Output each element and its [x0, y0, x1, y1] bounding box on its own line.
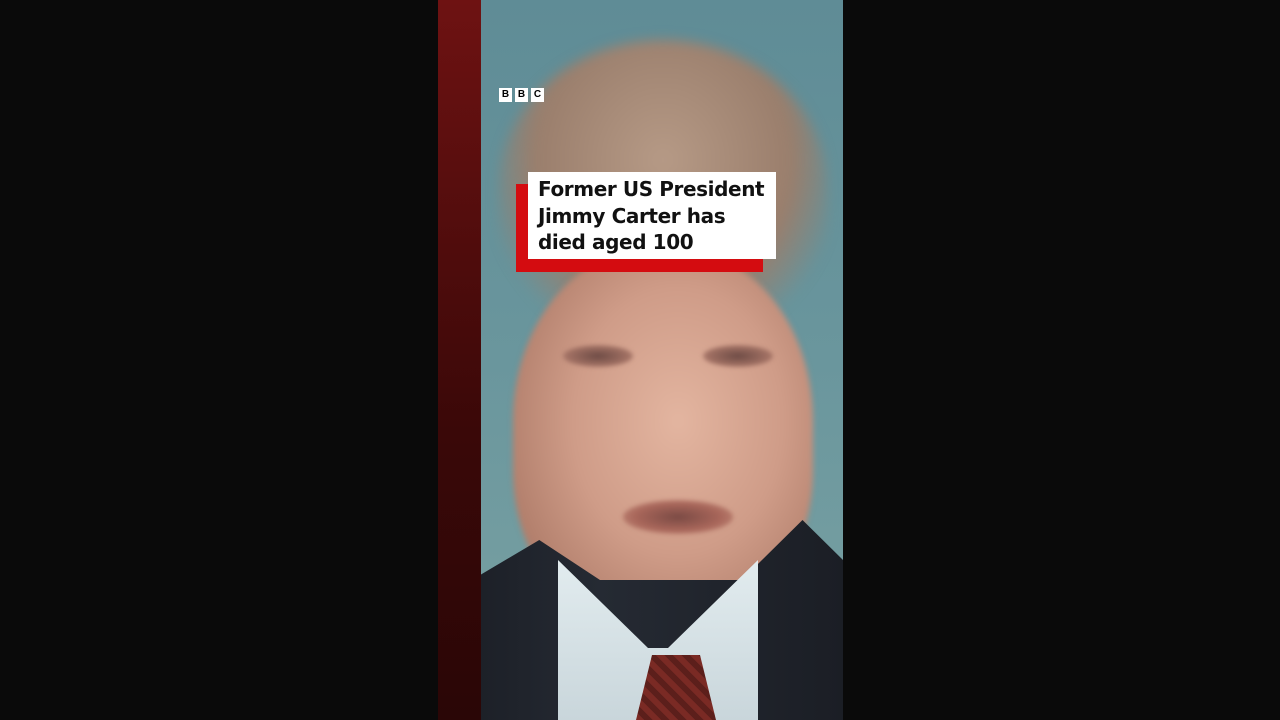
caption-line-2: Jimmy Carter has — [538, 203, 726, 228]
logo-letter-c: C — [531, 88, 544, 102]
caption-line-3: died aged 100 — [538, 230, 694, 254]
subject-left-eye — [563, 345, 633, 367]
caption-text: Former US President Jimmy Carter has die… — [538, 176, 768, 256]
subject-right-eye — [703, 345, 773, 367]
logo-letter-b1: B — [499, 88, 512, 102]
bbc-logo: B B C — [499, 88, 544, 102]
headline-caption: Former US President Jimmy Carter has die… — [516, 172, 778, 272]
short-video-viewer: B B C Former US President Jimmy Carter h… — [0, 0, 1280, 720]
subject-mouth — [623, 500, 733, 534]
video-frame[interactable] — [438, 0, 843, 720]
red-side-bar — [438, 0, 481, 720]
caption-box: Former US President Jimmy Carter has die… — [528, 172, 776, 259]
caption-line-1: Former US President — [538, 177, 765, 201]
logo-letter-b2: B — [515, 88, 528, 102]
